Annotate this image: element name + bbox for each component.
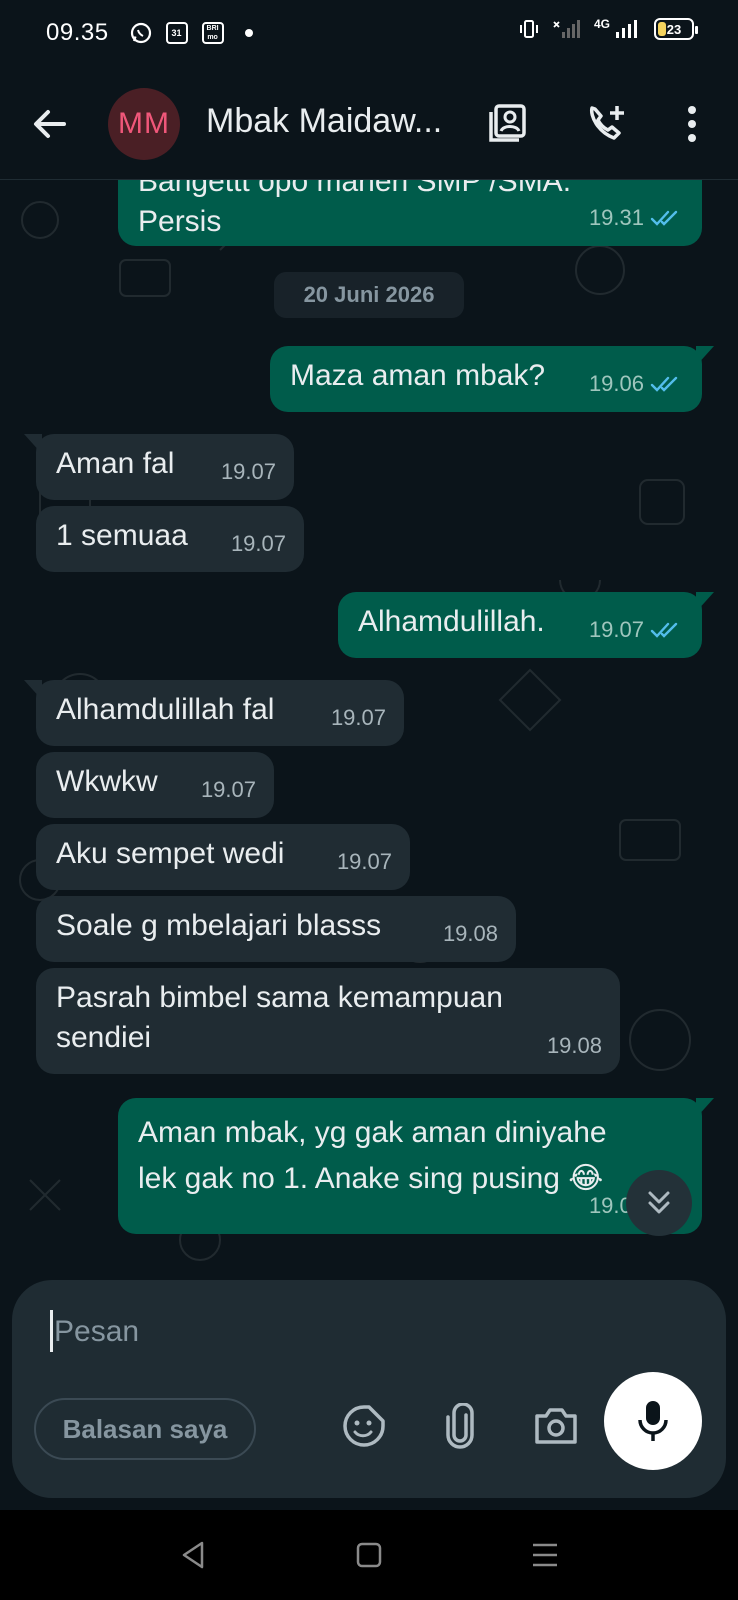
battery-level: 23 [666, 21, 682, 37]
contact-name[interactable]: Mbak Maidaw... [206, 102, 442, 141]
message-meta: 19.06 [589, 364, 684, 404]
message-meta: 19.08 [443, 914, 498, 954]
status-time: 09.35 [46, 19, 109, 46]
calendar-icon: 31 [165, 21, 189, 45]
more-vertical-icon[interactable] [668, 100, 716, 148]
message-bubble-outgoing[interactable]: Aman mbak, yg gak aman diniyahe lek gak … [118, 1098, 714, 1234]
vibrate-icon [519, 20, 538, 38]
message-time: 19.07 [230, 531, 286, 556]
double-chevron-down-icon [648, 1191, 670, 1214]
message-bubble-outgoing[interactable]: Maza aman mbak? 19.06 [270, 346, 714, 412]
message-bubble-incoming[interactable]: Soale g mbelajari blasss 19.08 [36, 896, 516, 962]
message-bubble-incoming[interactable]: Aman fal 19.07 [24, 434, 294, 500]
back-arrow-icon[interactable] [28, 102, 72, 146]
chat-header: MM Mbak Maidaw... [0, 66, 738, 180]
read-receipt-icon [650, 622, 678, 638]
nav-recents-icon[interactable] [530, 1540, 560, 1570]
date-separator: 20 Juni 2026 [274, 272, 464, 318]
message-bubble-incoming[interactable]: Alhamdulillah fal 19.07 [24, 680, 404, 746]
message-bubble-outgoing[interactable]: Bangettt opo maneh SMP /SMA. Persis 19.3… [118, 180, 702, 246]
message-meta: 19.07 [201, 770, 256, 810]
nav-back-icon[interactable] [178, 1540, 208, 1570]
message-input[interactable] [50, 1302, 650, 1362]
message-bubble-incoming[interactable]: Wkwkw 19.07 [36, 752, 274, 818]
battery-icon: 23 [654, 18, 698, 40]
scroll-to-bottom-button[interactable] [626, 1170, 692, 1236]
sticker-icon[interactable] [338, 1400, 390, 1452]
message-time: 19.06 [588, 371, 644, 396]
message-time: 19.07 [330, 705, 386, 730]
message-bubble-outgoing[interactable]: Alhamdulillah. 19.07 [338, 592, 714, 658]
read-receipt-icon [650, 376, 678, 392]
message-time: 19.07 [220, 459, 276, 484]
message-meta: 19.07 [221, 452, 276, 492]
brimo-label: BRI mo [201, 22, 224, 44]
add-call-icon[interactable] [582, 100, 630, 148]
message-bubble-incoming[interactable]: 1 semuaa 19.07 [36, 506, 304, 572]
message-composer: Balasan saya [12, 1280, 726, 1498]
message-time: 19.08 [442, 921, 498, 946]
quick-reply-button[interactable]: Balasan saya [34, 1398, 256, 1460]
status-bar: 09.35 31 BRI mo 4G 23 [0, 0, 738, 66]
chat-area[interactable]: Bangettt opo maneh SMP /SMA. Persis 19.3… [0, 180, 738, 1280]
brimo-icon: BRI mo [201, 21, 225, 45]
message-time: 19.07 [336, 849, 392, 874]
message-time: 19.31 [588, 205, 644, 230]
system-status-icons: 4G 23 [518, 17, 698, 40]
notification-icons: 31 BRI mo [129, 21, 253, 45]
nav-home-icon[interactable] [354, 1540, 384, 1570]
dot-icon [244, 29, 253, 37]
attach-icon[interactable] [434, 1400, 486, 1452]
signal-sim2-icon [616, 20, 637, 38]
read-receipt-icon [650, 210, 678, 226]
avatar-initials: MM [118, 107, 170, 140]
message-text: Soale g mbelajari blasss [56, 909, 382, 942]
mic-icon [638, 1401, 668, 1441]
message-time: 19.08 [546, 1033, 602, 1058]
system-nav-bar [0, 1510, 738, 1600]
avatar[interactable]: MM [108, 88, 180, 160]
calendar-label: 31 [165, 22, 188, 44]
message-meta: 19.07 [337, 842, 392, 882]
mic-button[interactable] [604, 1372, 702, 1470]
message-bubble-incoming[interactable]: Pasrah bimbel sama kemampuan sendiei 19.… [36, 968, 620, 1074]
message-meta: 19.07 [231, 524, 286, 564]
network-type: 4G [593, 17, 610, 31]
message-meta: 19.07 [331, 698, 386, 738]
message-meta: 19.08 [547, 1026, 602, 1066]
signal-sim1-icon [553, 20, 580, 38]
camera-icon[interactable] [530, 1400, 582, 1452]
message-meta: 19.07 [589, 610, 684, 650]
message-text: Pasrah bimbel sama kemampuan sendiei [56, 981, 503, 1054]
whatsapp-icon [129, 21, 153, 45]
message-meta: 19.31 [589, 198, 684, 238]
message-time: 19.07 [200, 777, 256, 802]
contact-card-icon[interactable] [484, 100, 532, 148]
message-bubble-incoming[interactable]: Aku sempet wedi 19.07 [36, 824, 410, 890]
message-time: 19.07 [588, 617, 644, 642]
